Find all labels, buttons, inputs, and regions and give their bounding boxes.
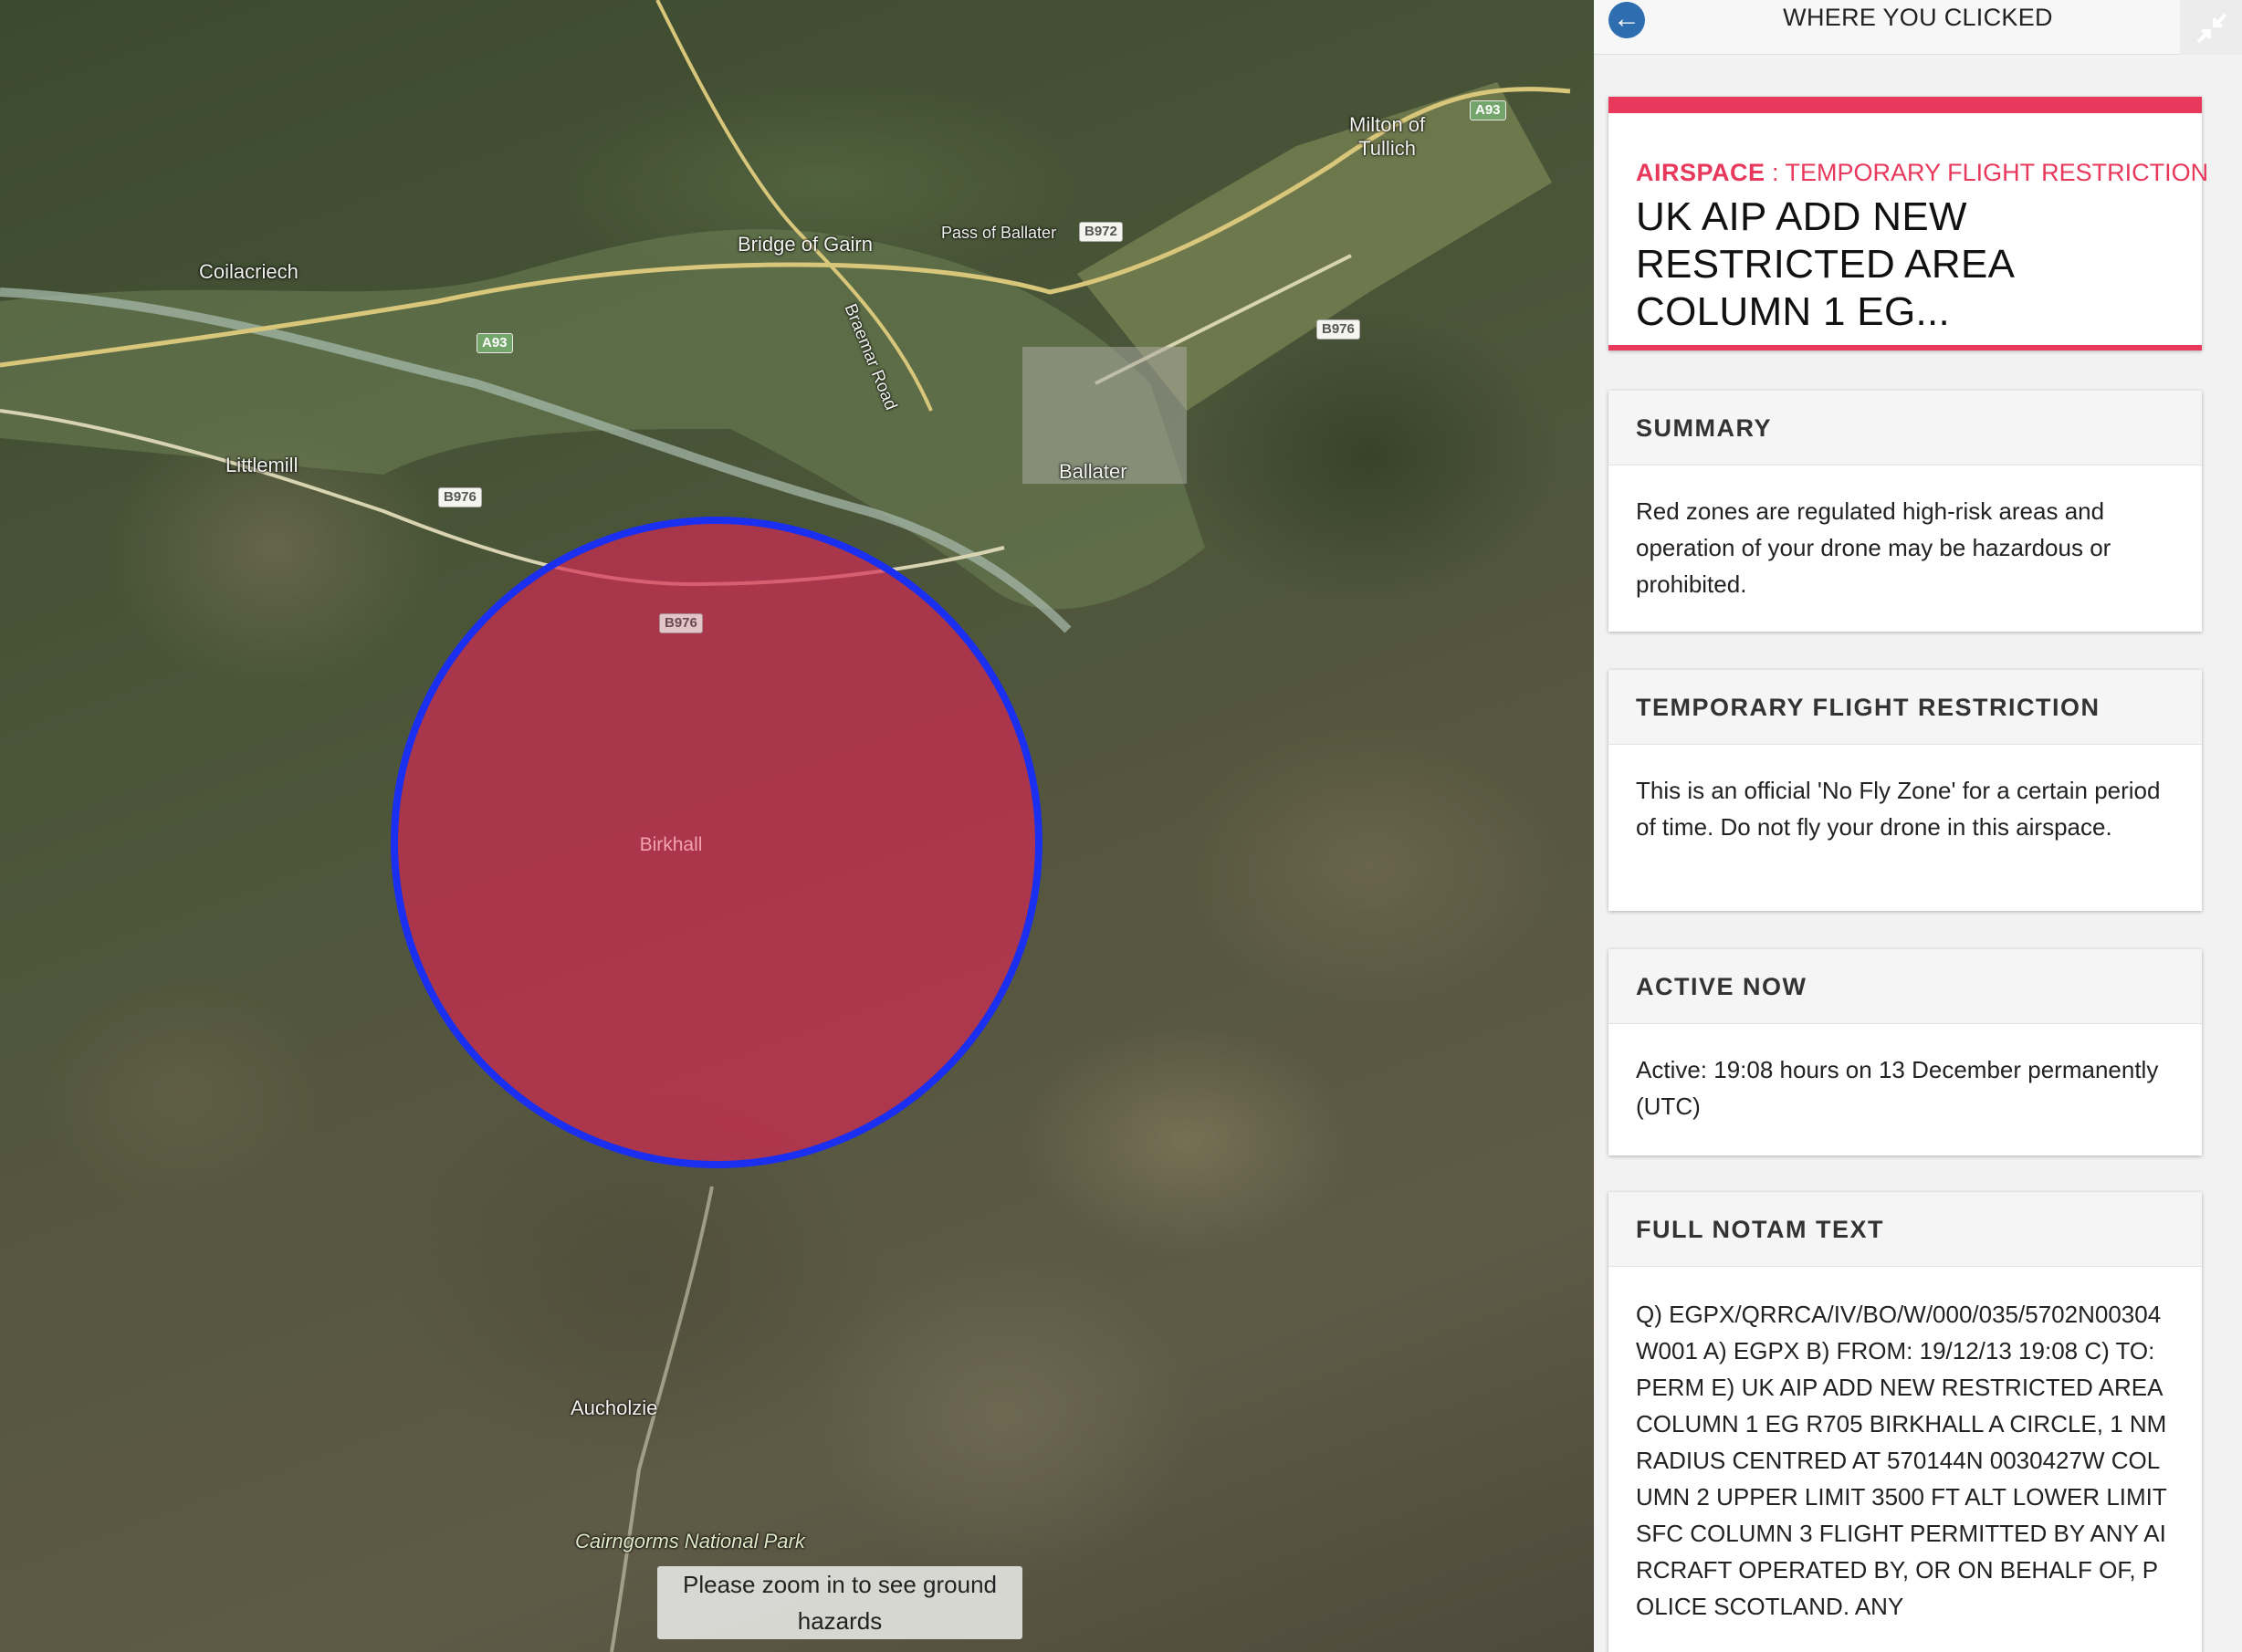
airspace-title-card: AIRSPACE : TEMPORARY FLIGHT RESTRICTION … <box>1608 97 2208 350</box>
place-label-coilacriech: Coilacriech <box>199 260 299 283</box>
details-panel: ← WHERE YOU CLICKED AIRSPACE : TEMPORARY… <box>1594 0 2242 1652</box>
collapse-button[interactable] <box>2180 0 2242 55</box>
zoom-hint-toast: Please zoom in to see ground hazards <box>657 1566 1022 1639</box>
summary-body: Red zones are regulated high-risk areas … <box>1636 497 2111 598</box>
summary-heading: SUMMARY <box>1608 391 2202 465</box>
place-label-pass-of-ballater: Pass of Ballater <box>941 224 1057 242</box>
notam-heading: FULL NOTAM TEXT <box>1608 1192 2202 1267</box>
airspace-type: : TEMPORARY FLIGHT RESTRICTION <box>1765 159 2209 186</box>
road-shield-a93-top: A93 <box>1470 100 1506 120</box>
notam-body: Q) EGPX/QRRCA/IV/BO/W/000/035/5702N00304… <box>1636 1301 2167 1620</box>
tfr-body: This is an official 'No Fly Zone' for a … <box>1636 777 2161 841</box>
tfr-card: TEMPORARY FLIGHT RESTRICTION This is an … <box>1608 670 2202 911</box>
place-label-birkhall: Birkhall <box>639 834 703 855</box>
map-view[interactable]: Milton of Tullich Bridge of Gairn Pass o… <box>0 0 1594 1652</box>
place-label-ballater: Ballater <box>1059 460 1127 483</box>
road-shield-b976-left: B976 <box>438 487 482 507</box>
panel-title: WHERE YOU CLICKED <box>1783 4 2053 31</box>
place-label-aucholzie: Aucholzie <box>571 1396 658 1419</box>
panel-header: ← WHERE YOU CLICKED <box>1594 0 2242 55</box>
notam-card: FULL NOTAM TEXT Q) EGPX/QRRCA/IV/BO/W/00… <box>1608 1192 2202 1652</box>
place-label-bridge-of-gairn: Bridge of Gairn <box>738 233 873 256</box>
collapse-arrows-icon <box>2196 13 2227 44</box>
airspace-label: AIRSPACE <box>1636 159 1765 186</box>
airspace-headline: UK AIP ADD NEW RESTRICTED AREA COLUMN 1 … <box>1636 194 2013 334</box>
place-label-milton-of-tullich: Milton of Tullich <box>1349 113 1426 160</box>
active-now-card: ACTIVE NOW Active: 19:08 hours on 13 Dec… <box>1608 949 2202 1155</box>
active-now-body: Active: 19:08 hours on 13 December perma… <box>1636 1056 2159 1120</box>
road-shield-b972: B972 <box>1079 222 1123 242</box>
place-label-cairngorms-national-park: Cairngorms National Park <box>575 1530 805 1553</box>
place-label-littlemill: Littlemill <box>225 454 299 476</box>
airspace-type-line: AIRSPACE : TEMPORARY FLIGHT RESTRICTION <box>1636 159 2208 187</box>
road-shield-b976-center: B976 <box>659 613 703 633</box>
active-now-heading: ACTIVE NOW <box>1608 949 2202 1024</box>
road-shield-a93-left: A93 <box>477 333 513 353</box>
summary-card: SUMMARY Red zones are regulated high-ris… <box>1608 391 2202 632</box>
road-shield-b976-right: B976 <box>1316 319 1360 340</box>
tfr-heading: TEMPORARY FLIGHT RESTRICTION <box>1608 670 2202 745</box>
